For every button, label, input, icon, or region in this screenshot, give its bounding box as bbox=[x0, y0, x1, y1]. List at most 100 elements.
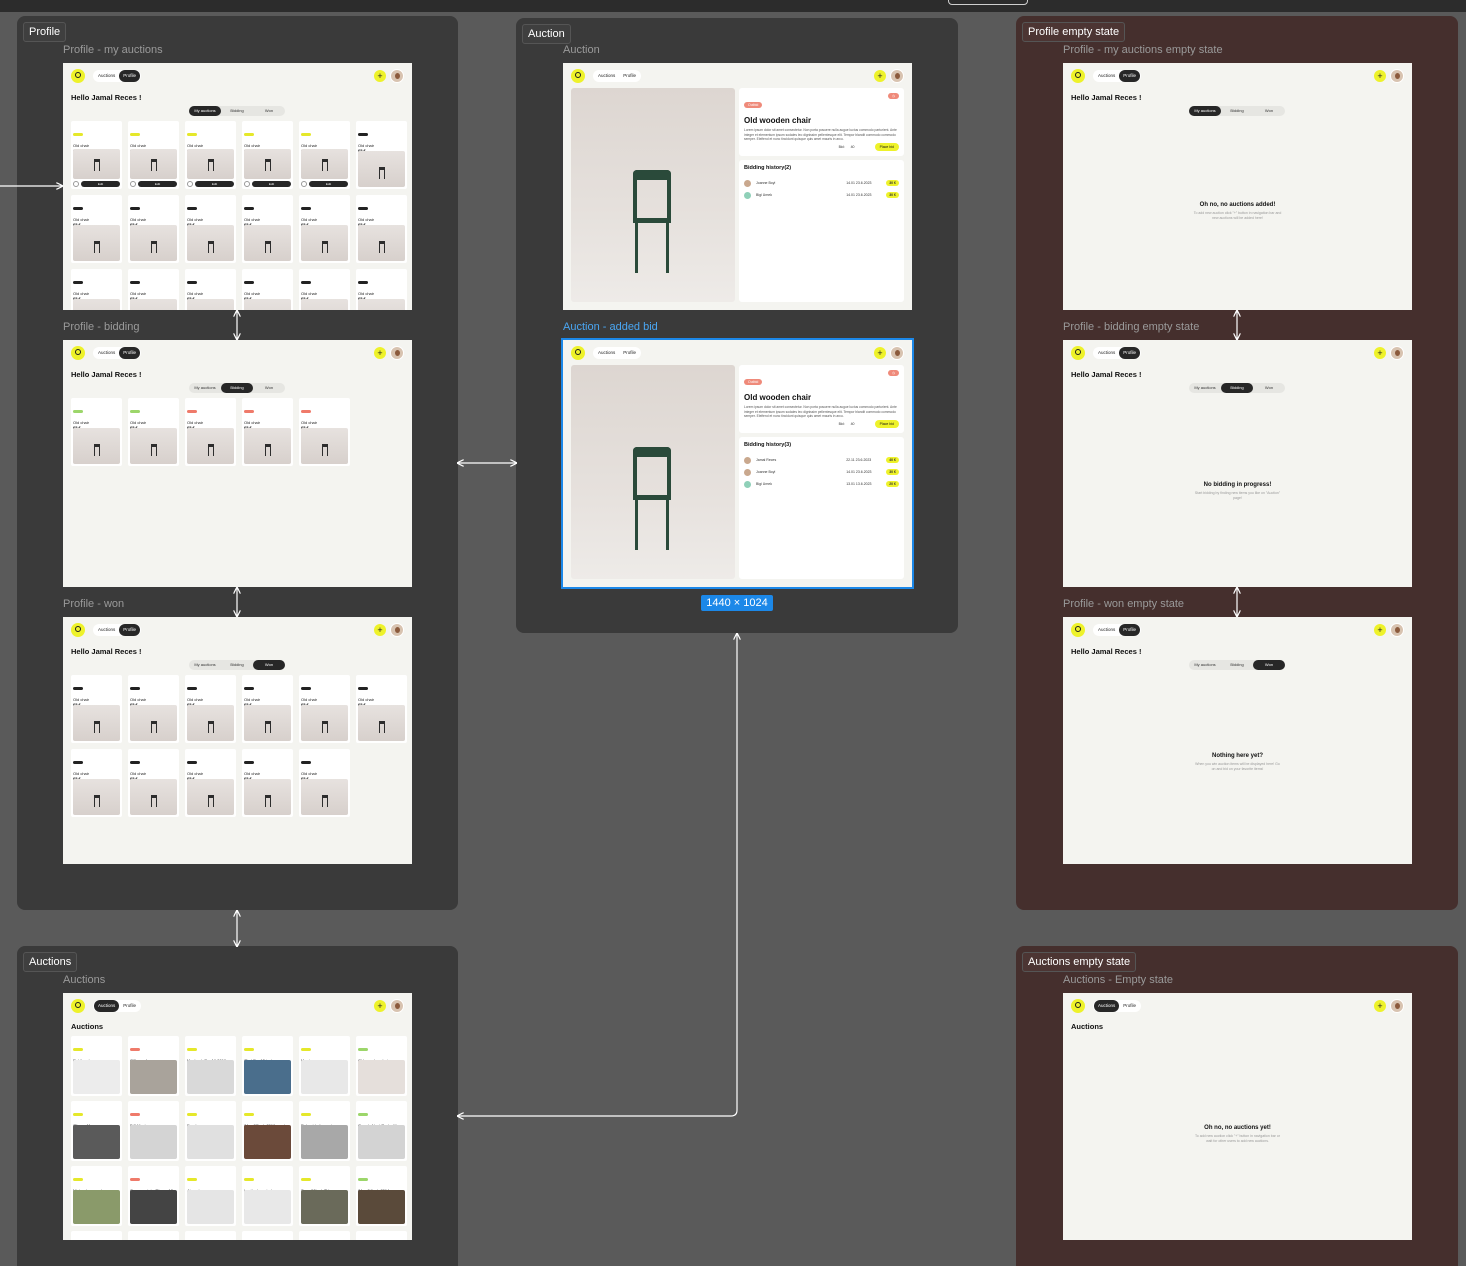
avatar[interactable] bbox=[390, 999, 404, 1013]
nav-auctions[interactable]: Auctions bbox=[94, 347, 119, 359]
auction-card[interactable]: Old chair65 € bbox=[242, 749, 293, 817]
auction-card[interactable]: Old chair65 € bbox=[299, 675, 350, 743]
auction-card[interactable]: iMac 24inch 2014 bbox=[128, 1231, 179, 1240]
nav-profile[interactable]: Profile bbox=[119, 70, 141, 82]
tab-won[interactable]: Won bbox=[1253, 383, 1285, 393]
nav-profile[interactable]: Profile bbox=[1119, 1000, 1140, 1012]
auction-card[interactable]: Old chair65 € bbox=[128, 269, 179, 310]
nav-auctions[interactable]: Auctions bbox=[594, 347, 619, 359]
auction-card[interactable]: Old chair65 € bbox=[71, 749, 122, 817]
place-bid-button[interactable]: Place bid bbox=[874, 420, 899, 428]
frame-auctions-empty[interactable]: Auctions Profile + Auctions Oh no, no auc… bbox=[1063, 993, 1412, 1240]
edit-button[interactable]: Edit bbox=[81, 181, 120, 187]
bid-input[interactable]: 40 bbox=[851, 145, 869, 149]
auction-card[interactable]: Office sofa750 € bbox=[128, 1036, 179, 1096]
auction-card[interactable]: Old chair65 € bbox=[71, 398, 122, 466]
auction-card[interactable]: Old chair65 € bbox=[299, 195, 350, 263]
frame-profile-my-auctions[interactable]: Auctions Profile + Hello Jamal Reces ! My… bbox=[63, 63, 412, 310]
edit-button[interactable]: Edit bbox=[252, 181, 291, 187]
auction-card[interactable]: Camera stein iPhone 13160 € bbox=[128, 1166, 179, 1226]
tab-my-auctions[interactable]: My auctions bbox=[1189, 383, 1221, 393]
auction-card[interactable]: Old chair65 € bbox=[242, 269, 293, 310]
auction-card[interactable]: Old chair65 € bbox=[128, 195, 179, 263]
frame-title-auctions-empty[interactable]: Auctions - Empty state bbox=[1063, 974, 1173, 986]
toolbar-pill[interactable] bbox=[948, 0, 1028, 5]
auction-card[interactable]: Old chair65 € bbox=[128, 398, 179, 466]
tab-my-auctions[interactable]: My auctions bbox=[189, 383, 221, 393]
logo-icon[interactable] bbox=[71, 623, 85, 637]
avatar[interactable] bbox=[1390, 623, 1404, 637]
auction-card[interactable]: Old chair65 € bbox=[356, 269, 407, 310]
auction-card[interactable]: Old chair65 €Edit bbox=[299, 121, 350, 189]
bid-input[interactable]: 40 bbox=[851, 422, 869, 426]
frame-title-won[interactable]: Profile - won bbox=[63, 598, 124, 610]
auction-card[interactable]: iPhone 11760 € bbox=[71, 1101, 122, 1161]
logo-icon[interactable] bbox=[1071, 623, 1085, 637]
auction-card[interactable]: Old chair65 €Edit bbox=[242, 121, 293, 189]
auction-card[interactable]: Old chair65 € bbox=[299, 398, 350, 466]
section-label-profile[interactable]: Profile bbox=[23, 22, 67, 42]
tab-won[interactable]: Won bbox=[1253, 106, 1285, 116]
logo-icon[interactable] bbox=[1071, 69, 1085, 83]
avatar[interactable] bbox=[890, 346, 904, 360]
auction-card[interactable]: Old chair65 € bbox=[185, 269, 236, 310]
avatar[interactable] bbox=[1390, 999, 1404, 1013]
frame-title-won-empty[interactable]: Profile - won empty state bbox=[1063, 598, 1184, 610]
delete-icon[interactable] bbox=[244, 181, 250, 187]
auction-card[interactable]: Old chair65 € bbox=[71, 269, 122, 310]
auction-card[interactable]: Old chair65 € bbox=[356, 121, 407, 189]
auction-card[interactable]: Old chair65 € bbox=[185, 749, 236, 817]
nav-profile[interactable]: Profile bbox=[1119, 347, 1141, 359]
add-auction-button[interactable]: + bbox=[1374, 624, 1386, 636]
auction-card[interactable]: Macbook Pro 16 2019200 € bbox=[185, 1036, 236, 1096]
delete-icon[interactable] bbox=[130, 181, 136, 187]
tab-my-auctions[interactable]: My auctions bbox=[1189, 106, 1221, 116]
frame-auction-added-bid[interactable]: Auctions Profile + Outbid ◷ Old wooden ch… bbox=[561, 338, 914, 589]
frame-title-auctions[interactable]: Auctions bbox=[63, 974, 105, 986]
auction-card[interactable]: Magic mouse40 € bbox=[299, 1036, 350, 1096]
nav-profile[interactable]: Profile bbox=[1119, 70, 1141, 82]
tab-bidding[interactable]: Bidding bbox=[221, 106, 253, 116]
add-auction-button[interactable]: + bbox=[374, 347, 386, 359]
add-auction-button[interactable]: + bbox=[1374, 70, 1386, 82]
nav-profile[interactable]: Profile bbox=[1119, 624, 1141, 636]
auction-card[interactable]: Old chair65 € bbox=[242, 398, 293, 466]
auction-card[interactable]: DJI Mavic250 € bbox=[128, 1101, 179, 1161]
nav-auctions[interactable]: Auctions bbox=[1094, 1000, 1120, 1012]
frame-profile-won[interactable]: Auctions Profile + Hello Jamal Reces ! My… bbox=[63, 617, 412, 864]
nav-auctions[interactable]: Auctions bbox=[594, 70, 619, 82]
add-auction-button[interactable]: + bbox=[1374, 1000, 1386, 1012]
delete-icon[interactable] bbox=[187, 181, 193, 187]
frame-auctions[interactable]: AuctionsProfile + Auctions Rubik cube8 €… bbox=[63, 993, 412, 1240]
frame-title-bidding-empty[interactable]: Profile - bidding empty state bbox=[1063, 321, 1199, 333]
auction-card[interactable]: Sony 50inch TV160 € bbox=[299, 1166, 350, 1226]
frame-profile-bidding[interactable]: Auctions Profile + Hello Jamal Reces ! My… bbox=[63, 340, 412, 587]
tab-my-auctions[interactable]: My auctions bbox=[189, 106, 221, 116]
delete-icon[interactable] bbox=[73, 181, 79, 187]
add-auction-button[interactable]: + bbox=[874, 347, 886, 359]
auction-card[interactable]: Old wooden chair65 € bbox=[356, 1036, 407, 1096]
add-auction-button[interactable]: + bbox=[874, 70, 886, 82]
tab-my-auctions[interactable]: My auctions bbox=[1189, 660, 1221, 670]
nav-profile[interactable]: Profile bbox=[119, 1000, 140, 1012]
auction-card[interactable]: iPad Pro 13-inch500 € bbox=[242, 1036, 293, 1096]
add-auction-button[interactable]: + bbox=[374, 624, 386, 636]
avatar[interactable] bbox=[390, 623, 404, 637]
logo-icon[interactable] bbox=[571, 69, 585, 83]
nav-auctions[interactable]: Auctions bbox=[94, 1000, 120, 1012]
section-label-auction[interactable]: Auction bbox=[522, 24, 571, 44]
avatar[interactable] bbox=[390, 69, 404, 83]
frame-title-my-auctions-empty[interactable]: Profile - my auctions empty state bbox=[1063, 44, 1223, 56]
nav-auctions[interactable]: Auctions bbox=[1094, 624, 1119, 636]
auction-card[interactable]: iMac 24inch 2014 bbox=[242, 1231, 293, 1240]
frame-title-auction-added-bid[interactable]: Auction - added bid bbox=[563, 321, 658, 333]
auction-card[interactable]: iMac 27inch 2019 combo650 € bbox=[242, 1101, 293, 1161]
section-label-profile-empty[interactable]: Profile empty state bbox=[1022, 22, 1126, 42]
auction-card[interactable]: Old chair65 € bbox=[128, 749, 179, 817]
logo-icon[interactable] bbox=[71, 346, 85, 360]
auction-card[interactable]: Polaroid - for parts22 € bbox=[299, 1101, 350, 1161]
auction-card[interactable]: Old chair65 €Edit bbox=[185, 121, 236, 189]
delete-icon[interactable] bbox=[301, 181, 307, 187]
avatar[interactable] bbox=[1390, 346, 1404, 360]
tab-won[interactable]: Won bbox=[253, 660, 285, 670]
